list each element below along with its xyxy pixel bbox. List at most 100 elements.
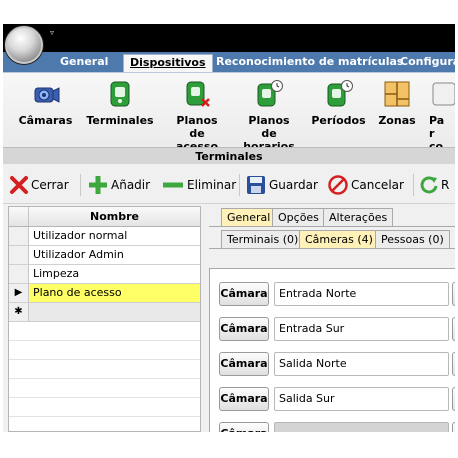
toolbar-separator xyxy=(239,174,240,196)
subtab-strip-line xyxy=(209,248,455,249)
toolbar: Cerrar Añadir Eliminar Guardar Cancelar … xyxy=(3,164,455,204)
grid-select-all-cell[interactable] xyxy=(9,207,29,226)
camera-name-field[interactable]: Salida Norte xyxy=(274,352,449,376)
tab-general-details[interactable]: General xyxy=(221,208,277,226)
cancel-button[interactable]: Cancelar xyxy=(327,174,404,196)
details-panel: General Opções Alterações Terminais (0) … xyxy=(203,206,455,432)
new-row[interactable]: ✱ xyxy=(9,303,200,322)
ribbon-button-label: Zonas xyxy=(378,114,416,127)
save-button[interactable]: Guardar xyxy=(245,174,318,196)
row-name-cell[interactable]: Limpeza xyxy=(33,265,79,283)
camera-button[interactable]: Câmara xyxy=(219,387,269,411)
refresh-button-label: R xyxy=(441,178,450,192)
empty-row xyxy=(9,360,200,379)
current-row-arrow-icon[interactable]: ▶ xyxy=(9,284,29,302)
floppy-disk-icon xyxy=(247,176,265,194)
table-row[interactable]: Utilizador normal xyxy=(9,227,200,246)
subtab-cameras[interactable]: Câmeras (4) xyxy=(299,230,379,248)
delete-button[interactable]: Eliminar xyxy=(161,174,236,196)
camera-button[interactable]: Câmara xyxy=(219,317,269,341)
column-header-nombre[interactable]: Nombre xyxy=(29,207,200,226)
access-plans-grid: Nombre Utilizador normal Utilizador Admi… xyxy=(8,206,201,432)
period-icon xyxy=(327,80,353,107)
refresh-icon xyxy=(420,176,438,194)
new-row-asterisk-icon[interactable]: ✱ xyxy=(9,303,29,321)
camera-extra-button[interactable]: H xyxy=(452,282,455,306)
empty-row xyxy=(9,341,200,360)
title-bar: ▿ xyxy=(3,24,455,52)
row-name-cell[interactable]: Utilizador Admin xyxy=(33,246,124,264)
ribbon-button-label: Períodos xyxy=(311,114,366,127)
row-selector[interactable] xyxy=(9,227,29,245)
camera-extra-button[interactable]: H xyxy=(452,352,455,376)
ribbon-button-periodos[interactable]: Períodos xyxy=(311,79,366,127)
ribbon-button-camaras[interactable]: Câmaras xyxy=(18,79,73,127)
table-row-selected[interactable]: ▶ Plano de acesso xyxy=(9,284,200,303)
toolbar-separator xyxy=(413,174,414,196)
camera-name-field[interactable]: Salida Sur xyxy=(274,387,449,411)
tab-opcoes[interactable]: Opções xyxy=(272,208,325,226)
save-button-label: Guardar xyxy=(269,178,318,192)
camera-extra-button[interactable]: H xyxy=(452,422,455,432)
row-selector[interactable] xyxy=(9,246,29,264)
empty-row xyxy=(9,398,200,417)
ribbon-group-label: Terminales xyxy=(3,147,455,165)
row-name-cell[interactable]: Plano de acesso xyxy=(33,284,122,302)
camera-button[interactable]: Câmara xyxy=(219,422,269,432)
close-button-label: Cerrar xyxy=(31,178,69,192)
add-button-label: Añadir xyxy=(111,178,151,192)
zones-icon xyxy=(384,81,410,107)
toolbar-separator xyxy=(80,174,81,196)
cancel-button-label: Cancelar xyxy=(351,178,404,192)
ribbon-panel: Câmaras Terminales Planos de acesso xyxy=(3,72,455,165)
ribbon-button-planos-horarios[interactable]: Planos de horarios xyxy=(239,79,299,153)
partial-icon xyxy=(432,82,455,106)
ribbon-button-planos-acesso[interactable]: Planos de acesso xyxy=(167,79,227,153)
ribbon-button-terminales[interactable]: Terminales xyxy=(85,79,155,127)
camera-name-field[interactable]: Entrada Norte xyxy=(274,282,449,306)
add-button[interactable]: Añadir xyxy=(87,174,150,196)
tab-configuracion[interactable]: Configura xyxy=(400,52,455,72)
delete-button-label: Eliminar xyxy=(187,178,237,192)
tab-reconocimiento-matriculas[interactable]: Reconocimiento de matrículas xyxy=(216,52,403,72)
row-name-cell[interactable]: Utilizador normal xyxy=(33,227,127,245)
close-x-icon xyxy=(10,176,28,194)
cancel-circle-icon xyxy=(328,175,348,195)
camera-button[interactable]: Câmara xyxy=(219,282,269,306)
close-button[interactable]: Cerrar xyxy=(9,174,69,196)
empty-row xyxy=(9,322,200,341)
ribbon-button-partial[interactable]: Par co xyxy=(429,79,455,153)
schedule-plan-icon xyxy=(257,80,283,107)
cameras-list: Câmara Entrada Norte H Câmara Entrada Su… xyxy=(209,268,455,432)
quick-access-dropdown-icon[interactable]: ▿ xyxy=(50,28,54,37)
tab-strip-line xyxy=(209,226,455,227)
camera-extra-button[interactable]: H xyxy=(452,317,455,341)
subtab-terminais[interactable]: Terminais (0) xyxy=(221,230,305,248)
table-row[interactable]: Utilizador Admin xyxy=(9,246,200,265)
ribbon-button-label: Terminales xyxy=(86,114,154,127)
ribbon-tab-bar: General Dispositivos Reconocimiento de m… xyxy=(3,52,455,72)
terminal-icon xyxy=(110,81,130,107)
refresh-button[interactable]: R xyxy=(419,174,449,196)
minus-icon xyxy=(163,182,183,188)
table-row[interactable]: Limpeza xyxy=(9,265,200,284)
tab-dispositivos-label: Dispositivos xyxy=(130,56,206,69)
tab-alteracoes[interactable]: Alterações xyxy=(323,208,394,226)
camera-name-field-empty[interactable] xyxy=(274,422,449,432)
empty-row xyxy=(9,379,200,398)
grid-header: Nombre xyxy=(9,207,200,227)
tab-dispositivos[interactable]: Dispositivos xyxy=(123,54,213,72)
camera-name-field[interactable]: Entrada Sur xyxy=(274,317,449,341)
camera-button[interactable]: Câmara xyxy=(219,352,269,376)
ribbon-button-label: Câmaras xyxy=(18,114,73,127)
app-window: ▿ General Dispositivos Reconocimiento de… xyxy=(3,24,455,432)
subtab-pessoas[interactable]: Pessoas (0) xyxy=(375,230,450,248)
tab-general[interactable]: General xyxy=(60,52,108,72)
ribbon-button-zonas[interactable]: Zonas xyxy=(377,79,417,127)
camera-extra-button[interactable]: H xyxy=(452,387,455,411)
row-selector[interactable] xyxy=(9,265,29,283)
access-plan-icon xyxy=(186,81,210,107)
camera-icon xyxy=(34,87,59,103)
application-menu-orb[interactable] xyxy=(5,26,43,64)
plus-icon xyxy=(89,176,107,194)
